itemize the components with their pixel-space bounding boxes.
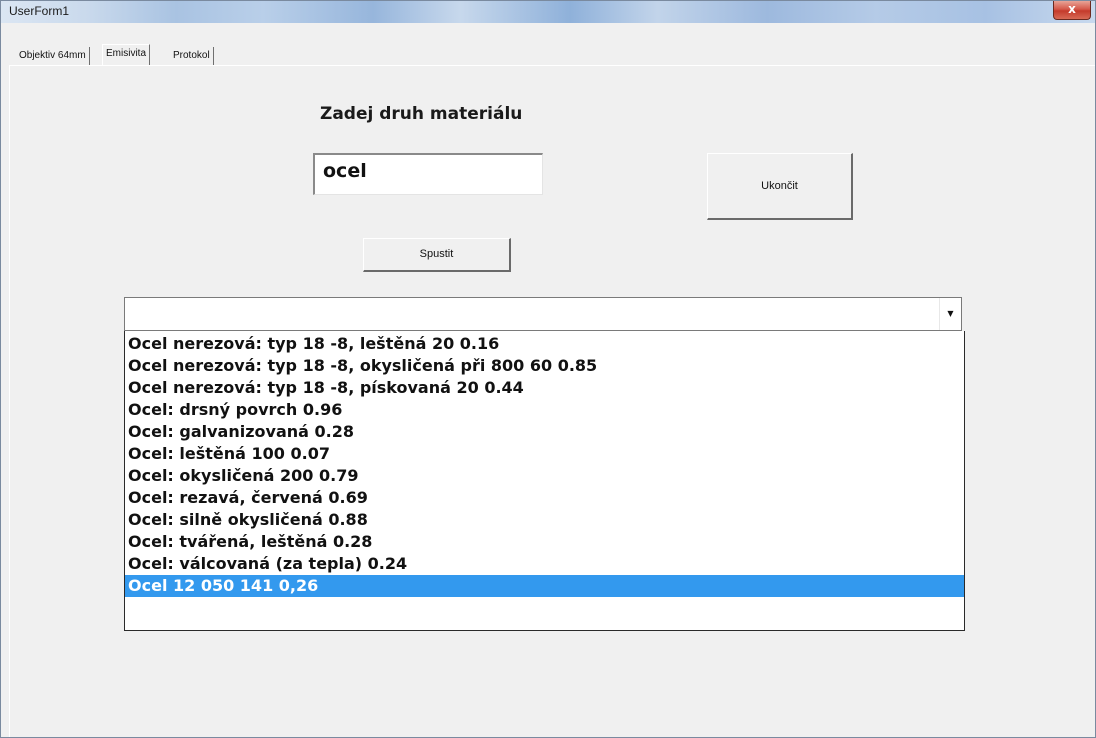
list-item[interactable]: Ocel: silně okysličená 0.88	[125, 509, 964, 531]
material-heading: Zadej druh materiálu	[320, 104, 523, 124]
dropdown-arrow-icon: ▼	[947, 309, 954, 318]
list-item[interactable]: Ocel: leštěná 100 0.07	[125, 443, 964, 465]
close-icon: x	[1068, 2, 1076, 16]
list-item[interactable]: Ocel: drsný povrch 0.96	[125, 399, 964, 421]
exit-button[interactable]: Ukončit	[707, 153, 853, 220]
dropdown-arrow-button[interactable]: ▼	[939, 298, 961, 330]
list-item[interactable]: Ocel: válcovaná (za tepla) 0.24	[125, 553, 964, 575]
material-dropdown-list[interactable]: Ocel nerezová: typ 18 -8, leštěná 20 0.1…	[124, 331, 965, 631]
list-item-selected[interactable]: Ocel 12 050 141 0,26	[125, 575, 964, 597]
title-bar[interactable]: UserForm1 x	[1, 1, 1095, 23]
list-item[interactable]: Ocel nerezová: typ 18 -8, okysličená při…	[125, 355, 964, 377]
userform-window: UserForm1 x Objektiv 64mm Emisivita Prot…	[0, 0, 1096, 738]
tab-emisivita[interactable]: Emisivita	[102, 44, 151, 65]
list-item[interactable]: Ocel: tvářená, leštěná 0.28	[125, 531, 964, 553]
list-item[interactable]: Ocel: galvanizovaná 0.28	[125, 421, 964, 443]
close-button[interactable]: x	[1053, 1, 1091, 20]
window-title: UserForm1	[9, 4, 70, 18]
list-item[interactable]: Ocel: okysličená 200 0.79	[125, 465, 964, 487]
tab-objektiv[interactable]: Objektiv 64mm	[16, 47, 90, 65]
run-button[interactable]: Spustit	[363, 238, 511, 272]
list-item[interactable]: Ocel nerezová: typ 18 -8, pískovaná 20 0…	[125, 377, 964, 399]
list-item[interactable]: Ocel nerezová: typ 18 -8, leštěná 20 0.1…	[125, 333, 964, 355]
list-item[interactable]: Ocel: rezavá, červená 0.69	[125, 487, 964, 509]
tab-protokol[interactable]: Protokol	[170, 47, 214, 65]
material-combobox[interactable]: ▼	[124, 297, 962, 331]
material-input[interactable]: ocel	[313, 153, 543, 195]
